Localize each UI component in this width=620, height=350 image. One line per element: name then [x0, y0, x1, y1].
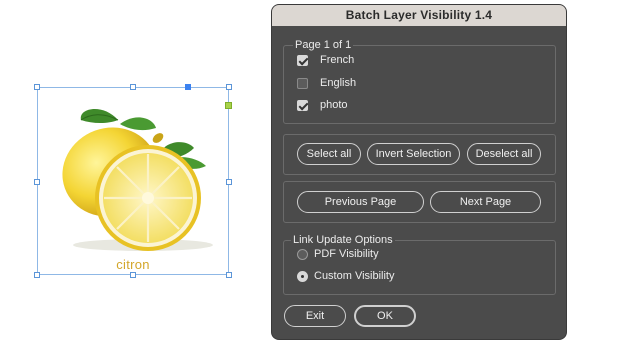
custom-visibility-label: Custom Visibility — [314, 270, 395, 282]
layer-row-french[interactable]: French — [297, 54, 354, 66]
ok-button[interactable]: OK — [354, 305, 416, 327]
handle-top-right[interactable] — [226, 84, 232, 90]
layer-row-photo[interactable]: photo — [297, 99, 348, 111]
dialog-title[interactable]: Batch Layer Visibility 1.4 — [272, 5, 566, 26]
frame-link-handle[interactable] — [225, 102, 232, 109]
layer-checkbox-english[interactable] — [297, 77, 308, 89]
radio-row-custom-visibility[interactable]: Custom Visibility — [297, 270, 395, 282]
radio-row-pdf-visibility[interactable]: PDF Visibility — [297, 248, 379, 260]
handle-bottom-left[interactable] — [34, 272, 40, 278]
pdf-visibility-radio[interactable] — [297, 248, 308, 260]
deselect-all-button[interactable]: Deselect all — [467, 143, 541, 165]
layer-row-english[interactable]: English — [297, 77, 356, 89]
image-caption: citron — [116, 257, 150, 272]
pdf-visibility-label: PDF Visibility — [314, 248, 379, 260]
lemon-photo — [62, 109, 213, 251]
exit-button[interactable]: Exit — [284, 305, 346, 327]
invert-selection-button[interactable]: Invert Selection — [367, 143, 460, 165]
page-group-label: Page 1 of 1 — [293, 39, 354, 51]
layer-checkbox-french[interactable] — [297, 54, 308, 66]
handle-middle-right[interactable] — [226, 179, 232, 185]
link-update-options-label: Link Update Options — [291, 234, 395, 246]
handle-bottom-right[interactable] — [226, 272, 232, 278]
layer-label-photo: photo — [320, 99, 348, 111]
handle-middle-left[interactable] — [34, 179, 40, 185]
handle-top-left[interactable] — [34, 84, 40, 90]
batch-layer-visibility-dialog: Batch Layer Visibility 1.4 Page 1 of 1 F… — [272, 5, 566, 339]
handle-bottom-center[interactable] — [130, 272, 136, 278]
custom-visibility-radio[interactable] — [297, 270, 308, 282]
layer-label-english: English — [320, 77, 357, 89]
next-page-button[interactable]: Next Page — [430, 191, 541, 213]
handle-top-center[interactable] — [130, 84, 136, 90]
layer-checkbox-photo[interactable] — [297, 99, 308, 111]
previous-page-button[interactable]: Previous Page — [297, 191, 424, 213]
select-all-button[interactable]: Select all — [297, 143, 361, 165]
handle-top-anchor[interactable] — [185, 84, 191, 90]
layer-label-french: French — [320, 54, 355, 66]
artboard: citron — [0, 0, 272, 350]
